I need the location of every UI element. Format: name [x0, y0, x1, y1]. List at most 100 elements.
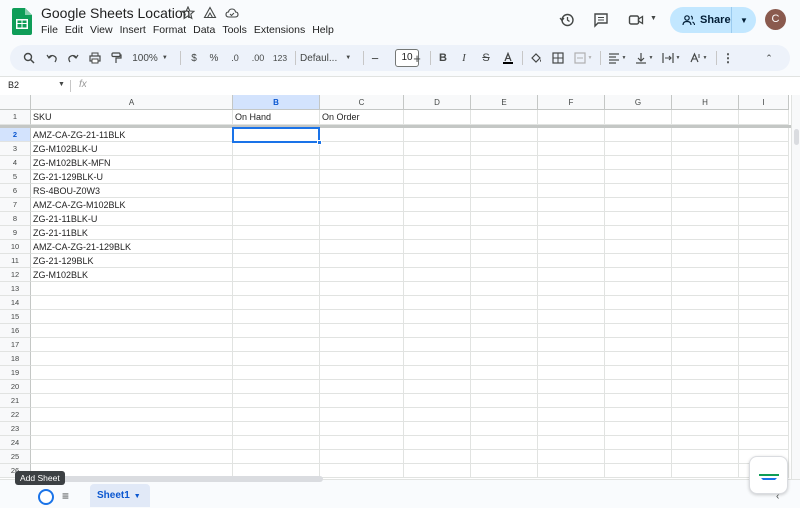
cell-g12[interactable]: [605, 268, 672, 282]
cell-a13[interactable]: [31, 282, 233, 296]
horizontal-scrollbar[interactable]: [31, 476, 323, 482]
cell-a2[interactable]: AMZ-CA-ZG-21-11BLK: [31, 128, 233, 142]
decrease-font-size-button[interactable]: −: [368, 45, 382, 71]
cell-g11[interactable]: [605, 254, 672, 268]
cell-b3[interactable]: [233, 142, 320, 156]
document-title[interactable]: Google Sheets Location: [41, 5, 190, 21]
row-header-8[interactable]: 8: [0, 212, 31, 226]
cell-e26[interactable]: [471, 464, 538, 478]
menu-format[interactable]: Format: [153, 24, 193, 36]
cell-a3[interactable]: ZG-M102BLK-U: [31, 142, 233, 156]
cell-a6[interactable]: RS-4BOU-Z0W3: [31, 184, 233, 198]
cell-i11[interactable]: [739, 254, 789, 268]
cell-f3[interactable]: [538, 142, 605, 156]
menu-data[interactable]: Data: [193, 24, 222, 36]
cell-h7[interactable]: [672, 198, 739, 212]
column-header-g[interactable]: G: [605, 95, 672, 110]
cell-g17[interactable]: [605, 338, 672, 352]
cell-d6[interactable]: [404, 184, 471, 198]
cell-f21[interactable]: [538, 394, 605, 408]
cell-i24[interactable]: [739, 436, 789, 450]
currency-format-button[interactable]: $: [187, 45, 201, 71]
cell-d24[interactable]: [404, 436, 471, 450]
row-header-18[interactable]: 18: [0, 352, 31, 366]
cell-c1[interactable]: On Order: [320, 110, 404, 125]
column-header-b[interactable]: B: [233, 95, 320, 110]
cell-f17[interactable]: [538, 338, 605, 352]
meet-dropdown-icon[interactable]: ▼: [650, 15, 657, 22]
cell-c19[interactable]: [320, 366, 404, 380]
cell-f4[interactable]: [538, 156, 605, 170]
cell-a21[interactable]: [31, 394, 233, 408]
cell-c22[interactable]: [320, 408, 404, 422]
row-header-21[interactable]: 21: [0, 394, 31, 408]
cell-a18[interactable]: [31, 352, 233, 366]
text-color-button[interactable]: [500, 45, 516, 71]
cell-a12[interactable]: ZG-M102BLK: [31, 268, 233, 282]
cell-d3[interactable]: [404, 142, 471, 156]
cell-c17[interactable]: [320, 338, 404, 352]
cell-g26[interactable]: [605, 464, 672, 478]
row-header-12[interactable]: 12: [0, 268, 31, 282]
cell-d7[interactable]: [404, 198, 471, 212]
cell-i23[interactable]: [739, 422, 789, 436]
column-header-i[interactable]: I: [739, 95, 789, 110]
cell-c21[interactable]: [320, 394, 404, 408]
cell-e3[interactable]: [471, 142, 538, 156]
row-header-2[interactable]: 2: [0, 128, 31, 142]
row-header-13[interactable]: 13: [0, 282, 31, 296]
cell-f18[interactable]: [538, 352, 605, 366]
menu-insert[interactable]: Insert: [120, 24, 153, 36]
tab-sheet1[interactable]: Sheet1 ▼: [90, 484, 150, 507]
cell-g3[interactable]: [605, 142, 672, 156]
row-header-16[interactable]: 16: [0, 324, 31, 338]
cell-h24[interactable]: [672, 436, 739, 450]
cell-d20[interactable]: [404, 380, 471, 394]
cell-c16[interactable]: [320, 324, 404, 338]
cell-h26[interactable]: [672, 464, 739, 478]
cell-h12[interactable]: [672, 268, 739, 282]
cell-e11[interactable]: [471, 254, 538, 268]
cell-c9[interactable]: [320, 226, 404, 240]
cell-a10[interactable]: AMZ-CA-ZG-21-129BLK: [31, 240, 233, 254]
row-header-17[interactable]: 17: [0, 338, 31, 352]
cell-b13[interactable]: [233, 282, 320, 296]
chevron-down-icon[interactable]: ▼: [134, 493, 141, 500]
cell-f7[interactable]: [538, 198, 605, 212]
undo-icon[interactable]: [43, 45, 61, 71]
cell-a9[interactable]: ZG-21-11BLK: [31, 226, 233, 240]
cell-i15[interactable]: [739, 310, 789, 324]
cell-h20[interactable]: [672, 380, 739, 394]
share-dropdown-icon[interactable]: ▼: [732, 16, 756, 25]
cell-i1[interactable]: [739, 110, 789, 125]
cell-i9[interactable]: [739, 226, 789, 240]
cell-f12[interactable]: [538, 268, 605, 282]
zoom-select[interactable]: 100% ▼: [130, 45, 170, 71]
cell-c26[interactable]: [320, 464, 404, 478]
cell-c14[interactable]: [320, 296, 404, 310]
cell-b25[interactable]: [233, 450, 320, 464]
collapse-toolbar-icon[interactable]: ⌃: [762, 45, 776, 71]
cell-b12[interactable]: [233, 268, 320, 282]
cell-a17[interactable]: [31, 338, 233, 352]
cell-i13[interactable]: [739, 282, 789, 296]
vertical-scrollbar[interactable]: [791, 95, 800, 479]
cell-h15[interactable]: [672, 310, 739, 324]
cell-d5[interactable]: [404, 170, 471, 184]
cell-g7[interactable]: [605, 198, 672, 212]
cell-i21[interactable]: [739, 394, 789, 408]
cell-f25[interactable]: [538, 450, 605, 464]
cell-b7[interactable]: [233, 198, 320, 212]
cell-e18[interactable]: [471, 352, 538, 366]
merge-cells-icon[interactable]: ▼: [572, 45, 594, 71]
cell-f26[interactable]: [538, 464, 605, 478]
cell-b23[interactable]: [233, 422, 320, 436]
cell-d13[interactable]: [404, 282, 471, 296]
cell-f11[interactable]: [538, 254, 605, 268]
increase-decimal-button[interactable]: .00: [248, 45, 268, 71]
cell-a15[interactable]: [31, 310, 233, 324]
cell-h14[interactable]: [672, 296, 739, 310]
add-sheet-button[interactable]: [38, 489, 54, 505]
cell-h4[interactable]: [672, 156, 739, 170]
cell-f5[interactable]: [538, 170, 605, 184]
